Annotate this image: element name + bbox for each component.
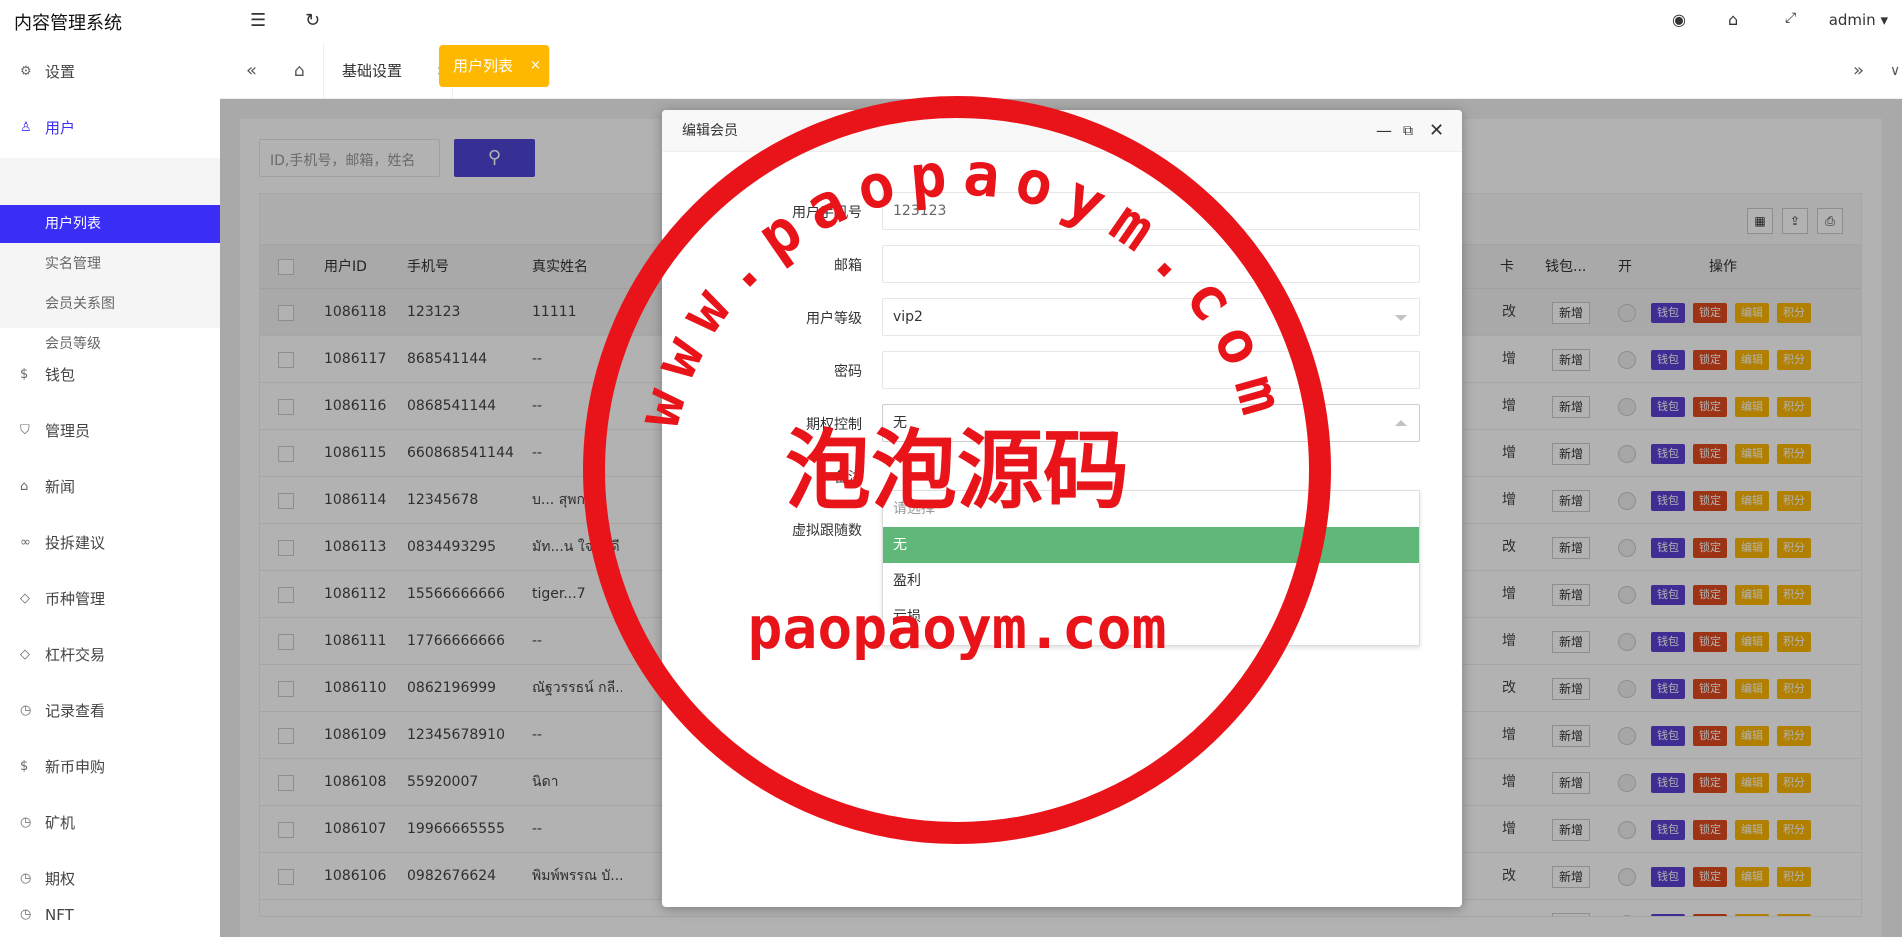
sidebar-item-label: 管理员 xyxy=(45,422,91,440)
sidebar-item-wallet[interactable]: $ 钱包 xyxy=(0,357,220,393)
sidebar-item-ipo[interactable]: $ 新币申购 xyxy=(0,749,220,785)
tabs-scroll-left-icon[interactable]: « xyxy=(246,54,257,88)
top-header: 内容管理系统 ☰ ↻ ◉ ⌂ ⤢ admin ▾ xyxy=(0,0,1902,44)
clock-icon: ◷ xyxy=(20,703,32,718)
sidebar-item-records[interactable]: ◷ 记录查看 xyxy=(0,693,220,729)
sidebar-item-options[interactable]: ◷ 期权 xyxy=(0,861,220,897)
option-control-value: 无 xyxy=(893,415,907,431)
sidebar-item-nft[interactable]: ◷ NFT xyxy=(0,897,220,933)
level-label: 用户等级 xyxy=(806,311,862,327)
remark-label: 备注 xyxy=(834,470,862,486)
fullscreen-icon[interactable]: ⤢ xyxy=(1785,10,1796,26)
sidebar-item-users[interactable]: ♙ 用户 xyxy=(0,110,220,146)
sidebar-subitem-relations[interactable]: 会员关系图 xyxy=(0,285,220,323)
sidebar-item-settings[interactable]: ⚙ 设置 xyxy=(0,54,220,90)
sidebar-item-label: 记录查看 xyxy=(45,702,106,720)
dollar-icon: $ xyxy=(20,367,29,382)
app-title: 内容管理系统 xyxy=(14,13,122,34)
sidebar-item-label: 期权 xyxy=(45,870,76,888)
dropdown-option[interactable]: 亏损 xyxy=(883,599,1419,635)
sidebar-item-label: 钱包 xyxy=(45,366,76,384)
dialog-header: 编辑会员 — ⧉ ✕ xyxy=(662,110,1462,152)
tab-user-list[interactable]: 用户列表 × xyxy=(439,45,550,87)
tab-label: 基础设置 xyxy=(342,62,403,80)
diamond-icon: ◇ xyxy=(20,647,30,662)
gear-icon: ⚙ xyxy=(20,64,32,79)
tag-icon: ⌂ xyxy=(20,479,29,494)
sidebar-item-label: 新闻 xyxy=(45,478,76,496)
maximize-icon[interactable]: ⧉ xyxy=(1403,110,1413,152)
close-icon[interactable]: ✕ xyxy=(1429,110,1444,152)
chevron-down-icon: ▾ xyxy=(1880,11,1888,29)
virtual-follow-label: 虚拟跟随数 xyxy=(792,523,862,539)
clock-icon: ◷ xyxy=(20,815,32,830)
caret-up-icon xyxy=(1395,420,1407,426)
dropdown-option[interactable]: 盈利 xyxy=(883,563,1419,599)
level-select[interactable]: vip2 xyxy=(882,298,1420,336)
sidebar-item-label: 杠杆交易 xyxy=(45,646,106,664)
sidebar-item-label: NFT xyxy=(45,906,74,924)
chevron-down-icon[interactable]: ∨ xyxy=(1890,54,1900,88)
email-label: 邮箱 xyxy=(834,258,862,274)
email-input[interactable] xyxy=(882,245,1420,283)
sidebar-item-label: 用户列表 xyxy=(45,216,101,232)
sidebar-subitem-user-list[interactable]: 用户列表 xyxy=(0,205,220,243)
edit-member-dialog: 编辑会员 — ⧉ ✕ 用户手机号 123123 邮箱 用户等级 vip2 密码 … xyxy=(662,110,1462,907)
sidebar-item-label: 矿机 xyxy=(45,814,76,832)
tab-bar: « ⌂ 基础设置 × 用户列表 × » ∨ xyxy=(220,44,1902,99)
tabs-scroll-right-icon[interactable]: » xyxy=(1853,54,1864,88)
user-icon: ♙ xyxy=(20,120,32,135)
phone-input[interactable]: 123123 xyxy=(882,192,1420,230)
sidebar-item-label: 设置 xyxy=(45,63,76,81)
collapse-menu-icon[interactable]: ☰ xyxy=(250,10,266,31)
clock-icon: ◷ xyxy=(20,907,32,922)
tag-icon[interactable]: ⌂ xyxy=(1728,10,1738,29)
clock-icon: ◷ xyxy=(20,871,32,886)
password-label: 密码 xyxy=(834,364,862,380)
dropdown-option[interactable]: 请选择 xyxy=(883,491,1419,527)
dropdown-option-selected[interactable]: 无 xyxy=(883,527,1419,563)
user-menu[interactable]: admin ▾ xyxy=(1829,11,1888,29)
sidebar-item-label: 投拆建议 xyxy=(45,534,106,552)
sidebar-item-admins[interactable]: ⛉ 管理员 xyxy=(0,413,220,449)
sidebar-item-leverage[interactable]: ◇ 杠杆交易 xyxy=(0,637,220,673)
users-submenu: 用户列表 实名管理 会员关系图 会员等级 xyxy=(0,158,220,352)
phone-label: 用户手机号 xyxy=(792,205,862,221)
sidebar-subitem-kyc[interactable]: 实名管理 xyxy=(0,245,220,283)
palette-icon[interactable]: ◉ xyxy=(1672,10,1686,29)
password-input[interactable] xyxy=(882,351,1420,389)
sidebar-item-label: 会员关系图 xyxy=(45,296,115,312)
option-control-select[interactable]: 无 xyxy=(882,404,1420,442)
minimize-icon[interactable]: — xyxy=(1376,110,1392,152)
tab-basic-settings[interactable]: 基础设置 × xyxy=(323,44,453,99)
close-icon[interactable]: × xyxy=(530,45,541,87)
dialog-title: 编辑会员 xyxy=(682,123,738,139)
sidebar-item-label: 币种管理 xyxy=(45,590,106,608)
option-control-dropdown: 请选择 无 盈利 亏损 xyxy=(882,490,1420,646)
sidebar-item-miner[interactable]: ◷ 矿机 xyxy=(0,805,220,841)
caret-down-icon xyxy=(1395,315,1407,321)
sidebar-item-label: 实名管理 xyxy=(45,256,101,272)
dollar-icon: $ xyxy=(20,759,29,774)
link-icon: ∞ xyxy=(20,535,31,550)
sidebar-item-label: 用户 xyxy=(45,119,76,137)
level-value: vip2 xyxy=(893,309,923,325)
sidebar-item-label: 新币申购 xyxy=(45,758,106,776)
sidebar: ⚙ 设置 ♙ 用户 用户列表 实名管理 会员关系图 会员等级 $ 钱包 ⛉ 管理员 ⌂ 新… xyxy=(0,44,220,937)
dialog-body: 用户手机号 123123 邮箱 用户等级 vip2 密码 期权控制 无 备注 虚… xyxy=(662,152,1462,907)
option-control-label: 期权控制 xyxy=(806,417,862,433)
shield-icon: ⛉ xyxy=(20,423,30,438)
home-icon[interactable]: ⌂ xyxy=(294,54,305,88)
refresh-icon[interactable]: ↻ xyxy=(305,10,320,31)
sidebar-item-news[interactable]: ⌂ 新闻 xyxy=(0,469,220,505)
tab-label: 用户列表 xyxy=(453,57,514,75)
user-name: admin xyxy=(1828,11,1876,29)
sidebar-item-coins[interactable]: ◇ 币种管理 xyxy=(0,581,220,617)
diamond-icon: ◇ xyxy=(20,591,30,606)
sidebar-item-feedback[interactable]: ∞ 投拆建议 xyxy=(0,525,220,561)
